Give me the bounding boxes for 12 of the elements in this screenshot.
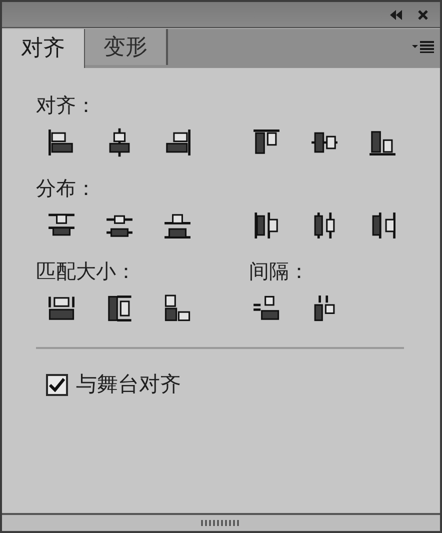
close-icon[interactable] bbox=[418, 10, 428, 20]
tab[interactable]: 对齐 bbox=[2, 29, 85, 68]
section-label: 对齐： bbox=[36, 92, 97, 119]
grip-icon[interactable] bbox=[201, 520, 241, 526]
section-label: 匹配大小： bbox=[36, 258, 137, 285]
collapse-icon[interactable] bbox=[390, 10, 402, 20]
checkbox[interactable] bbox=[46, 374, 68, 396]
tab[interactable]: 变形 bbox=[85, 29, 168, 65]
section-label: 间隔： bbox=[249, 258, 310, 285]
section-label: 分布： bbox=[36, 175, 97, 202]
menu-icon[interactable] bbox=[412, 41, 434, 53]
checkbox-label: 与舞台对齐 bbox=[76, 371, 181, 398]
